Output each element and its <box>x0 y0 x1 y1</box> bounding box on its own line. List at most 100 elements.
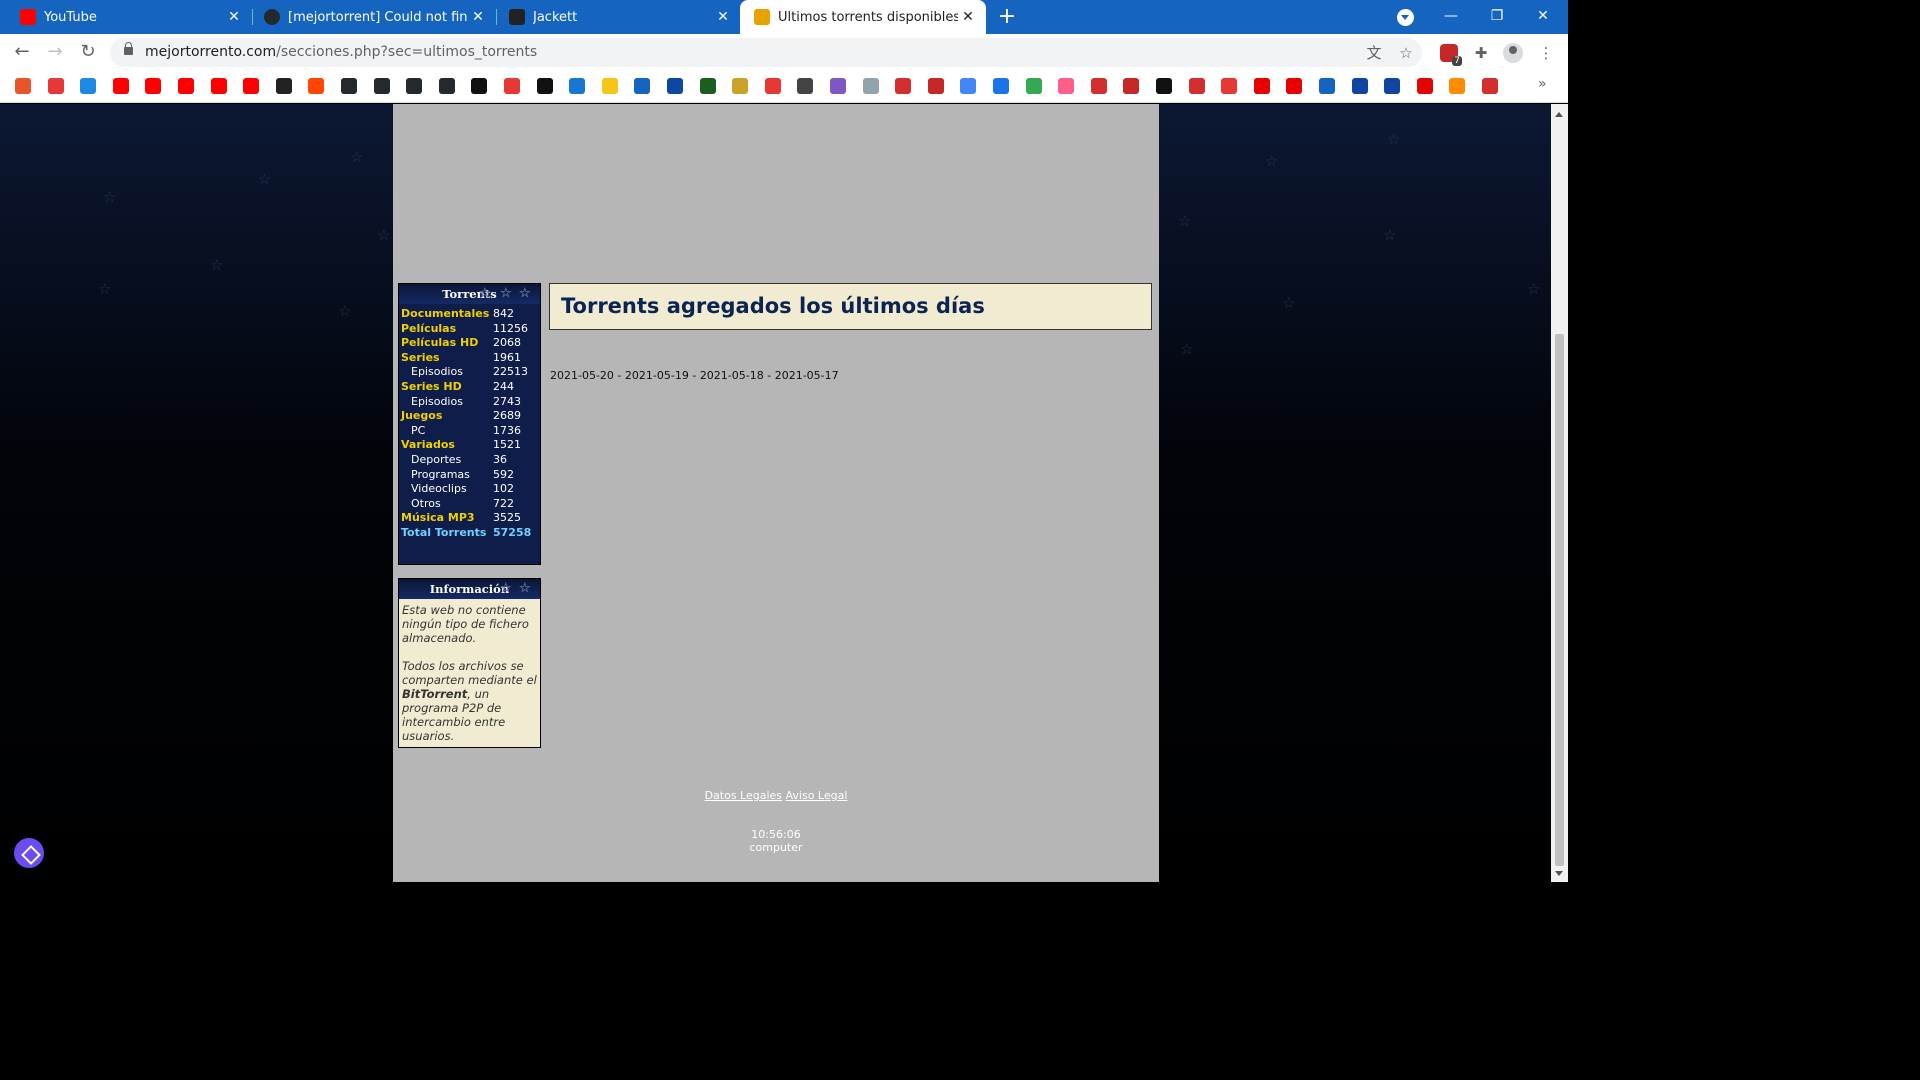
tab-search-icon[interactable] <box>1397 9 1414 26</box>
ublock-extension-icon[interactable]: 7 <box>1440 44 1462 66</box>
new-tab-button[interactable]: + <box>994 4 1020 30</box>
category-name[interactable]: Películas HD <box>399 336 493 351</box>
category-row[interactable]: Juegos 2689 <box>399 409 540 424</box>
bookmark-favicon-icon[interactable] <box>1482 78 1498 94</box>
bookmark-favicon-icon[interactable] <box>210 78 227 94</box>
date-link[interactable]: 2021-05-17 <box>775 369 839 382</box>
bookmark-favicon-icon[interactable] <box>764 78 781 94</box>
bookmark-favicon-icon[interactable] <box>960 78 977 94</box>
bookmark-favicon-icon[interactable] <box>1156 78 1172 94</box>
extensions-puzzle-icon[interactable]: ✚ <box>1471 43 1491 63</box>
category-row[interactable]: Películas HD 2068 <box>399 336 540 351</box>
bookmark-favicon-icon[interactable] <box>1449 78 1466 94</box>
forward-icon[interactable]: → <box>43 40 67 64</box>
lock-icon[interactable] <box>124 42 133 55</box>
restore-button[interactable]: ❐ <box>1474 0 1520 34</box>
category-name[interactable]: Series HD <box>399 380 493 395</box>
bookmark-favicon-icon[interactable] <box>1384 78 1401 94</box>
bookmark-favicon-icon[interactable] <box>1286 78 1303 94</box>
close-tab-icon[interactable]: ✕ <box>713 9 733 25</box>
category-name[interactable]: PC <box>399 424 493 439</box>
bookmark-favicon-icon[interactable] <box>373 78 390 94</box>
bookmark-favicon-icon[interactable] <box>993 78 1009 94</box>
category-name[interactable]: Variados <box>399 438 493 453</box>
bookmark-favicon-icon[interactable] <box>732 78 749 94</box>
bookmark-favicon-icon[interactable] <box>569 78 586 94</box>
bookmark-favicon-icon[interactable] <box>862 78 879 94</box>
tab-jackett[interactable]: Jackett ✕ <box>489 0 741 34</box>
category-row[interactable]: Total Torrents 57258 <box>399 526 540 541</box>
bookmark-favicon-icon[interactable] <box>15 78 31 94</box>
category-row[interactable]: PC 1736 <box>399 424 540 439</box>
date-link[interactable]: 2021-05-19 <box>625 369 689 382</box>
category-name[interactable]: Películas <box>399 322 493 337</box>
category-name[interactable]: Música MP3 <box>399 511 493 526</box>
bookmark-star-icon[interactable]: ☆ <box>1397 44 1415 62</box>
reload-icon[interactable]: ↻ <box>76 40 100 64</box>
bookmark-favicon-icon[interactable] <box>145 78 162 94</box>
minimize-button[interactable]: — <box>1428 0 1474 34</box>
bookmark-favicon-icon[interactable] <box>699 78 716 94</box>
category-name[interactable]: Series <box>399 351 493 366</box>
category-row[interactable]: Programas 592 <box>399 468 540 483</box>
vertical-scrollbar[interactable] <box>1551 104 1568 882</box>
bookmark-favicon-icon[interactable] <box>797 78 814 94</box>
bookmark-favicon-icon[interactable] <box>1025 78 1042 94</box>
menu-kebab-icon[interactable]: ⋮ <box>1536 43 1556 63</box>
translate-icon[interactable]: 文 <box>1365 44 1383 62</box>
bookmark-favicon-icon[interactable] <box>406 78 423 94</box>
category-row[interactable]: Películas 11256 <box>399 322 540 337</box>
tab-ultimos-torrents[interactable]: Últimos torrents disponibles ✕ <box>740 0 986 34</box>
close-tab-icon[interactable]: ✕ <box>468 9 488 25</box>
bookmark-favicon-icon[interactable] <box>1416 78 1433 94</box>
category-row[interactable]: Variados 1521 <box>399 438 540 453</box>
bookmark-favicon-icon[interactable] <box>471 78 488 94</box>
bookmark-favicon-icon[interactable] <box>667 78 683 94</box>
category-row[interactable]: Series 1961 <box>399 351 540 366</box>
aviso-legal-link[interactable]: Aviso Legal <box>786 789 848 802</box>
bookmark-favicon-icon[interactable] <box>47 78 64 94</box>
bookmark-favicon-icon[interactable] <box>601 78 618 94</box>
category-name[interactable]: Documentales <box>399 307 493 322</box>
bookmark-favicon-icon[interactable] <box>275 78 292 94</box>
bookmark-favicon-icon[interactable] <box>1090 78 1107 94</box>
tab-youtube[interactable]: YouTube ✕ <box>0 0 252 34</box>
category-row[interactable]: Música MP3 3525 <box>399 511 540 526</box>
close-tab-icon[interactable]: ✕ <box>958 9 978 25</box>
bookmarks-overflow-icon[interactable]: » <box>1538 76 1547 92</box>
bookmark-favicon-icon[interactable] <box>927 78 944 94</box>
bookmark-favicon-icon[interactable] <box>1123 78 1140 94</box>
bookmark-favicon-icon[interactable] <box>1253 78 1270 94</box>
bookmark-favicon-icon[interactable] <box>438 78 455 94</box>
bookmark-favicon-icon[interactable] <box>830 78 846 94</box>
back-icon[interactable]: ← <box>10 40 34 64</box>
category-name[interactable]: Videoclips <box>399 482 493 497</box>
bookmark-favicon-icon[interactable] <box>178 78 194 94</box>
datos-legales-link[interactable]: Datos Legales <box>705 789 782 802</box>
tab-github[interactable]: [mejortorrent] Could not find rele ✕ <box>244 0 496 34</box>
bookmark-favicon-icon[interactable] <box>1188 78 1205 94</box>
category-name[interactable]: Programas <box>399 468 493 483</box>
bookmark-favicon-icon[interactable] <box>504 78 520 94</box>
category-row[interactable]: Episodios 2743 <box>399 395 540 410</box>
category-name[interactable]: Episodios <box>399 365 493 380</box>
bookmark-favicon-icon[interactable] <box>341 78 357 94</box>
category-name[interactable]: Total Torrents <box>399 526 493 541</box>
category-row[interactable]: Deportes 36 <box>399 453 540 468</box>
category-row[interactable]: Series HD 244 <box>399 380 540 395</box>
bookmark-favicon-icon[interactable] <box>308 78 325 94</box>
address-bar[interactable]: mejortorrento.com/secciones.php?sec=ulti… <box>110 38 1422 67</box>
category-name[interactable]: Episodios <box>399 395 493 410</box>
scroll-up-icon[interactable] <box>1555 112 1563 117</box>
category-row[interactable]: Episodios 22513 <box>399 365 540 380</box>
bookmark-favicon-icon[interactable] <box>634 78 651 94</box>
bookmark-favicon-icon[interactable] <box>80 78 97 94</box>
bookmark-favicon-icon[interactable] <box>1058 78 1075 94</box>
bookmark-favicon-icon[interactable] <box>536 78 553 94</box>
category-row[interactable]: Otros 722 <box>399 497 540 512</box>
date-link[interactable]: 2021-05-20 <box>550 369 614 382</box>
bookmark-favicon-icon[interactable] <box>112 78 129 94</box>
profile-avatar[interactable] <box>1503 43 1523 63</box>
close-window-button[interactable]: ✕ <box>1520 0 1566 34</box>
category-name[interactable]: Deportes <box>399 453 493 468</box>
